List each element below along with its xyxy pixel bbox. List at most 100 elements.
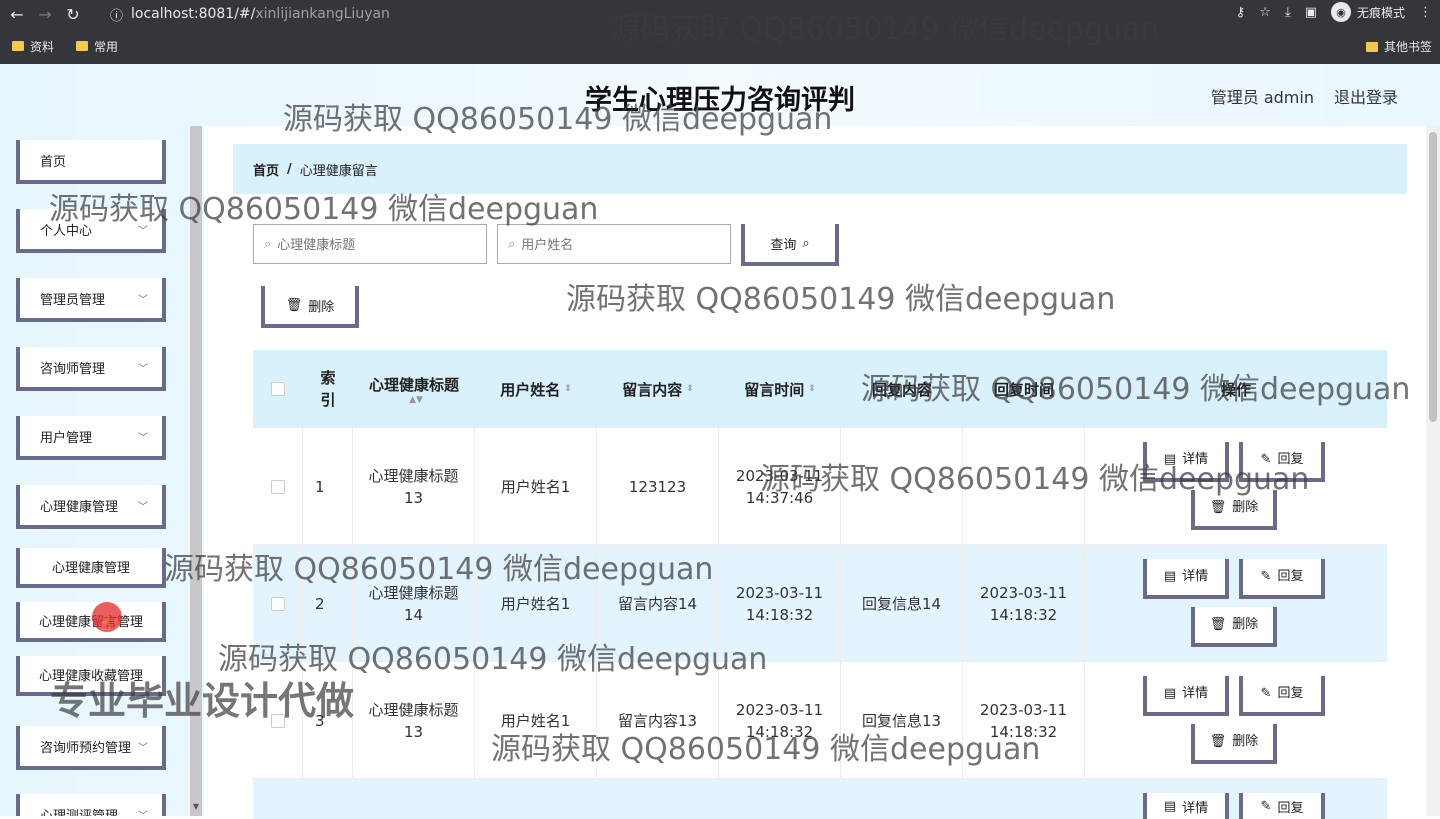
delete-button[interactable]: 🗑 删除 xyxy=(1191,490,1277,530)
cell-time: 2023-03-11 14:18:32 xyxy=(719,662,841,779)
other-bookmarks[interactable]: 其他书签 xyxy=(1365,38,1432,55)
edit-icon: ✎ xyxy=(1260,798,1272,814)
title-search-field[interactable]: ⌕ xyxy=(253,224,487,264)
row-checkbox[interactable] xyxy=(270,596,285,611)
column-label: 回复时间 xyxy=(993,380,1054,399)
bookmark-folder[interactable]: 资料 xyxy=(12,38,54,55)
cell-index: 3 xyxy=(303,662,353,779)
user-search-field[interactable]: ⌕ xyxy=(497,224,731,264)
detail-label: 详情 xyxy=(1182,452,1209,467)
sort-icon[interactable]: ▲▼ xyxy=(409,395,423,405)
main-scrollbar[interactable] xyxy=(1426,126,1440,816)
breadcrumb-home[interactable]: 首页 xyxy=(253,160,279,179)
sidebar-subitem-mental-health[interactable]: 心理健康管理 xyxy=(16,548,166,588)
sidebar-item-profile[interactable]: 个人中心 ﹀ xyxy=(16,209,166,253)
detail-label: 详情 xyxy=(1182,569,1209,584)
logout-link[interactable]: 退出登录 xyxy=(1334,84,1398,108)
column-header-user[interactable]: 用户姓名 ⇕ xyxy=(475,350,597,428)
cell-user: 用户姓名1 xyxy=(475,662,597,779)
bookmark-label: 资料 xyxy=(30,39,55,54)
reply-button[interactable]: ✎ 回复 xyxy=(1239,676,1325,716)
delete-button[interactable]: 🗑 删除 xyxy=(1191,724,1277,764)
sort-icon[interactable]: ⇕ xyxy=(808,384,816,394)
cell-actions: ▤ 详情 ✎ 回复 🗑 删除 xyxy=(1085,545,1387,662)
reply-button[interactable]: ✎ 回复 xyxy=(1239,442,1325,482)
sidebar-item-appointments[interactable]: 咨询师预约管理 ﹀ xyxy=(16,726,166,770)
detail-label: 详情 xyxy=(1182,686,1209,701)
column-header-content[interactable]: 留言内容 ⇕ xyxy=(597,350,719,428)
browser-toolbar: ← → ↻ ⓘ localhost:8081/#/xinlijiankangLi… xyxy=(0,0,1440,28)
sidebar-item-label: 心理健康留言管理 xyxy=(38,614,143,630)
chevron-down-icon: ﹀ xyxy=(138,433,148,444)
edit-icon: ✎ xyxy=(1260,569,1272,584)
detail-button[interactable]: ▤ 详情 xyxy=(1143,676,1229,716)
download-icon[interactable]: ⤓ xyxy=(1285,5,1291,20)
reply-label: 回复 xyxy=(1277,686,1304,701)
forward-icon[interactable]: → xyxy=(34,3,56,25)
address-bar[interactable]: ⓘ localhost:8081/#/xinlijiankangLiuyan xyxy=(110,0,390,28)
sidebar-item-users[interactable]: 用户管理 ﹀ xyxy=(16,416,166,460)
column-label: 留言内容 xyxy=(622,380,683,399)
more-menu-icon[interactable]: ⋮ xyxy=(1419,5,1432,20)
sidebar-item-label: 心理健康管理 xyxy=(40,499,119,515)
row-checkbox[interactable] xyxy=(270,713,285,728)
info-icon: ⓘ xyxy=(110,8,124,24)
cell-user: 用户姓名1 xyxy=(475,545,597,662)
sidebar-scrollbar[interactable] xyxy=(190,126,202,816)
sidebar-subitem-favorites[interactable]: 心理健康收藏管理 xyxy=(16,656,166,696)
incognito-badge[interactable]: ◉ 无痕模式 xyxy=(1330,2,1405,22)
select-all-checkbox[interactable] xyxy=(271,382,285,396)
table-header: 索引 心理健康标题 ▲▼ 用户姓名 ⇕ 留言内容 ⇕ 留言时间 ⇕ 回复内容 回复时间 … xyxy=(253,350,1387,428)
sidebar-subitem-messages[interactable]: 心理健康留言管理 xyxy=(16,602,166,642)
document-icon: ▤ xyxy=(1163,569,1177,584)
reply-button[interactable]: ✎ 回复 xyxy=(1239,793,1325,819)
sidebar-item-counselor[interactable]: 咨询师管理 ﹀ xyxy=(16,347,166,391)
scroll-down-arrow-icon[interactable]: ▼ xyxy=(190,802,202,816)
sidepanel-icon[interactable]: ▣ xyxy=(1305,5,1317,20)
table-row: ▤ 详情 ✎ 回复 xyxy=(253,779,1387,819)
column-header-actions: 操作 xyxy=(1085,350,1387,428)
cell-title: 心理健康标题13 xyxy=(353,428,475,545)
back-icon[interactable]: ← xyxy=(6,3,28,25)
sidebar-item-admin[interactable]: 管理员管理 ﹀ xyxy=(16,278,166,322)
column-header-title[interactable]: 心理健康标题 ▲▼ xyxy=(353,350,475,428)
key-icon[interactable]: ⚷ xyxy=(1236,5,1246,20)
sidebar-item-home[interactable]: 首页 xyxy=(16,140,166,184)
cell-title: 心理健康标题13 xyxy=(353,662,475,779)
delete-label: 删除 xyxy=(1232,617,1259,632)
breadcrumb-separator: / xyxy=(287,161,292,177)
user-search-input[interactable] xyxy=(521,236,702,252)
search-bar: ⌕ ⌕ 查询 ⌕ xyxy=(253,224,839,266)
bookmark-folder[interactable]: 常用 xyxy=(76,38,118,55)
sidebar-item-assessment[interactable]: 心理测评管理 ﹀ xyxy=(16,794,166,816)
scrollbar-thumb[interactable] xyxy=(1429,132,1437,422)
delete-label: 删除 xyxy=(1232,734,1259,749)
title-search-input[interactable] xyxy=(277,236,458,252)
row-select-cell xyxy=(253,428,303,545)
star-icon[interactable]: ☆ xyxy=(1259,5,1271,20)
reply-label: 回复 xyxy=(1277,569,1304,584)
batch-delete-button[interactable]: 🗑 删除 xyxy=(261,286,359,328)
folder-icon xyxy=(1365,41,1378,52)
url-host: localhost:8081/#/ xyxy=(131,6,256,22)
column-label: 操作 xyxy=(1220,380,1251,399)
row-checkbox[interactable] xyxy=(270,479,285,494)
select-all-cell xyxy=(253,350,303,428)
sidebar-item-mental-health[interactable]: 心理健康管理 ﹀ xyxy=(16,485,166,529)
sort-icon[interactable]: ⇕ xyxy=(686,384,694,394)
detail-button[interactable]: ▤ 详情 xyxy=(1143,559,1229,599)
delete-button[interactable]: 🗑 删除 xyxy=(1191,607,1277,647)
breadcrumb-current: 心理健康留言 xyxy=(299,163,378,179)
reload-icon[interactable]: ↻ xyxy=(62,3,84,25)
detail-button[interactable]: ▤ 详情 xyxy=(1143,442,1229,482)
column-label: 用户姓名 xyxy=(500,380,561,399)
current-user: 管理员 admin xyxy=(1210,88,1314,107)
detail-button[interactable]: ▤ 详情 xyxy=(1143,793,1229,819)
sort-icon[interactable]: ⇕ xyxy=(564,384,572,394)
column-header-time[interactable]: 留言时间 ⇕ xyxy=(719,350,841,428)
query-button[interactable]: 查询 ⌕ xyxy=(741,224,839,266)
reply-button[interactable]: ✎ 回复 xyxy=(1239,559,1325,599)
cell-time: 2023-03-11 14:18:32 xyxy=(719,545,841,662)
incognito-icon: ◉ xyxy=(1330,2,1351,22)
folder-icon xyxy=(76,41,89,51)
